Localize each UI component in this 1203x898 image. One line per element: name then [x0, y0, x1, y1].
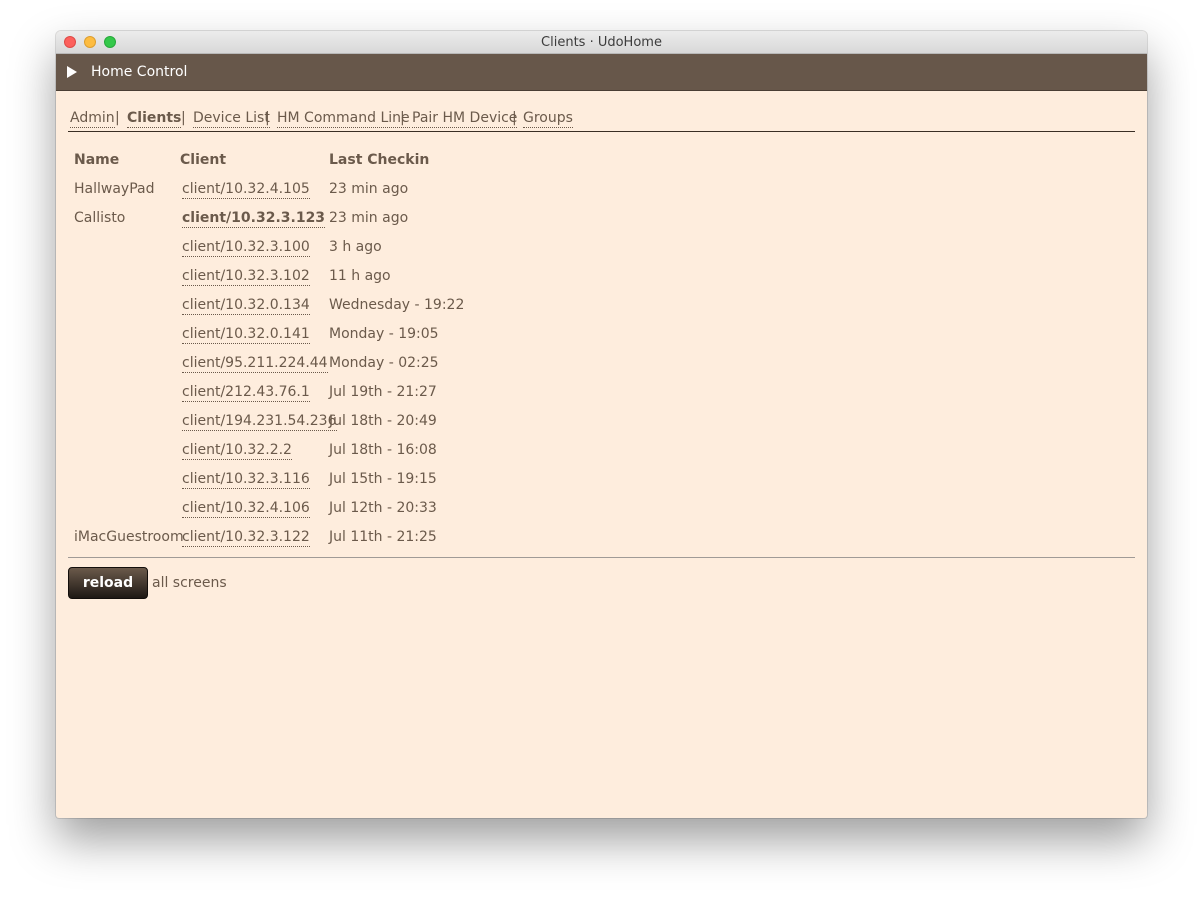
reload-button[interactable]: reload	[68, 567, 148, 599]
column-header-name: Name	[74, 152, 120, 168]
nav-link-hm-command-line[interactable]: HM Command Line	[277, 109, 410, 128]
table-row: client/10.32.3.100 3 h ago	[68, 238, 768, 267]
client-link[interactable]: client/10.32.3.102	[182, 267, 310, 286]
client-link[interactable]: client/10.32.0.141	[182, 325, 310, 344]
client-link[interactable]: client/10.32.0.134	[182, 296, 310, 315]
app-header-title: Home Control	[91, 64, 188, 80]
title-bar[interactable]: Clients · UdoHome	[56, 31, 1147, 54]
app-window: Clients · UdoHome Home Control Admin | C…	[56, 31, 1147, 818]
last-checkin: 3 h ago	[329, 239, 382, 255]
client-link[interactable]: client/10.32.3.122	[182, 528, 310, 547]
last-checkin: 11 h ago	[329, 268, 391, 284]
nav-separator: |	[115, 110, 120, 126]
nav-link-groups[interactable]: Groups	[523, 109, 573, 128]
last-checkin: Jul 11th - 21:25	[329, 529, 437, 545]
client-link[interactable]: client/10.32.3.116	[182, 470, 310, 489]
divider	[68, 557, 1135, 558]
nav-separator: |	[512, 110, 517, 126]
last-checkin: Jul 12th - 20:33	[329, 500, 437, 516]
client-link[interactable]: client/10.32.2.2	[182, 441, 292, 460]
table-row: iMacGuestroom client/10.32.3.122 Jul 11t…	[68, 528, 768, 557]
client-link-current[interactable]: client/10.32.3.123	[182, 209, 326, 228]
last-checkin: 23 min ago	[329, 181, 409, 197]
table-row: HallwayPad client/10.32.4.105 23 min ago	[68, 180, 768, 209]
table-row: client/10.32.3.102 11 h ago	[68, 267, 768, 296]
client-link[interactable]: client/194.231.54.236	[182, 412, 337, 431]
column-header-client: Client	[180, 152, 227, 168]
nav-link-device-list[interactable]: Device List	[193, 109, 270, 128]
client-name: HallwayPad	[74, 181, 155, 197]
table-row: client/10.32.2.2 Jul 18th - 16:08	[68, 441, 768, 470]
nav-separator: |	[181, 110, 186, 126]
client-name: iMacGuestroom	[74, 529, 184, 545]
client-name: Callisto	[74, 210, 126, 226]
client-link[interactable]: client/212.43.76.1	[182, 383, 310, 402]
client-link[interactable]: client/95.211.224.44	[182, 354, 328, 373]
table-row: client/194.231.54.236 Jul 18th - 20:49	[68, 412, 768, 441]
table-row: client/95.211.224.44 Monday - 02:25	[68, 354, 768, 383]
play-triangle-icon[interactable]	[67, 66, 77, 78]
last-checkin: Jul 15th - 19:15	[329, 471, 437, 487]
nav-separator: |	[400, 110, 405, 126]
last-checkin: Jul 18th - 16:08	[329, 442, 437, 458]
column-header-last-checkin: Last Checkin	[329, 152, 430, 168]
table-row: Callisto client/10.32.3.123 23 min ago	[68, 209, 768, 238]
app-header: Home Control	[56, 54, 1147, 91]
last-checkin: Monday - 19:05	[329, 326, 439, 342]
table-row: client/10.32.0.141 Monday - 19:05	[68, 325, 768, 354]
nav-separator: |	[265, 110, 270, 126]
client-link[interactable]: client/10.32.4.105	[182, 180, 310, 199]
nav-link-admin[interactable]: Admin	[70, 109, 115, 128]
window-title: Clients · UdoHome	[541, 35, 662, 50]
last-checkin: Jul 18th - 20:49	[329, 413, 437, 429]
client-link[interactable]: client/10.32.4.106	[182, 499, 310, 518]
table-row: client/10.32.0.134 Wednesday - 19:22	[68, 296, 768, 325]
last-checkin: 23 min ago	[329, 210, 409, 226]
nav-link-clients[interactable]: Clients	[127, 109, 182, 128]
last-checkin: Jul 19th - 21:27	[329, 384, 437, 400]
last-checkin: Monday - 02:25	[329, 355, 439, 371]
nav-bar: Admin | Clients | Device List | HM Comma…	[68, 107, 1135, 132]
client-link[interactable]: client/10.32.3.100	[182, 238, 310, 257]
table-row: client/10.32.3.116 Jul 15th - 19:15	[68, 470, 768, 499]
table-row: client/10.32.4.106 Jul 12th - 20:33	[68, 499, 768, 528]
table-row: client/212.43.76.1 Jul 19th - 21:27	[68, 383, 768, 412]
nav-link-pair-hm-device[interactable]: Pair HM Device	[412, 109, 518, 128]
last-checkin: Wednesday - 19:22	[329, 297, 465, 313]
reload-note: all screens	[152, 575, 227, 591]
